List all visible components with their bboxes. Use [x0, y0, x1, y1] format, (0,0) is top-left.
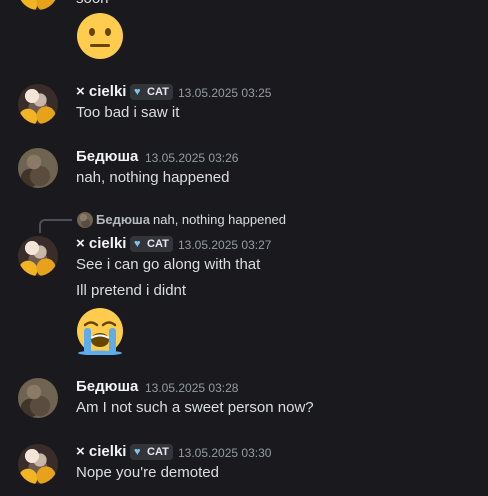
username[interactable]: Бедюша	[76, 148, 138, 166]
message-text: Am I not such a sweet person now?	[76, 399, 314, 416]
heart-icon: ♥	[134, 238, 141, 250]
heart-icon: ♥	[134, 446, 141, 458]
clan-tag[interactable]: ♥ CAT	[130, 84, 173, 100]
avatar[interactable]	[18, 444, 58, 484]
timestamp: 13.05.2025 03:25	[178, 86, 272, 100]
loudly-crying-face-emoji	[77, 308, 123, 355]
username[interactable]: Бедюша	[76, 378, 138, 396]
clan-tag[interactable]: ♥ CAT	[130, 236, 173, 252]
clan-tag[interactable]: ♥ CAT	[130, 444, 173, 460]
message-text: Ill pretend i didnt	[76, 282, 187, 299]
avatar[interactable]	[18, 378, 58, 418]
chat-messages[interactable]: soon × cielki ♥ CAT 13.05.2025 03:25 Too…	[0, 0, 488, 496]
reply-avatar[interactable]	[77, 212, 93, 228]
avatar[interactable]	[18, 0, 58, 10]
avatar[interactable]	[18, 148, 58, 188]
avatar[interactable]	[18, 84, 58, 124]
message-text: Nope you're demoted	[76, 464, 219, 481]
avatar[interactable]	[18, 236, 58, 276]
message-text: nah, nothing happened	[76, 169, 230, 186]
username[interactable]: × cielki	[76, 443, 126, 461]
heart-icon: ♥	[134, 86, 141, 98]
reply-author[interactable]: Бедюша	[96, 212, 150, 228]
reply-spine	[39, 219, 72, 233]
neutral-face-emoji	[77, 13, 123, 59]
reply-preview[interactable]: nah, nothing happened	[153, 212, 286, 228]
message-text: soon	[76, 0, 109, 9]
username[interactable]: × cielki	[76, 83, 126, 101]
timestamp: 13.05.2025 03:28	[145, 381, 239, 395]
timestamp: 13.05.2025 03:30	[178, 446, 272, 460]
username[interactable]: × cielki	[76, 235, 126, 253]
timestamp: 13.05.2025 03:27	[178, 238, 272, 252]
timestamp: 13.05.2025 03:26	[145, 151, 239, 165]
message-text: Too bad i saw it	[76, 104, 180, 121]
message-text: See i can go along with that	[76, 256, 261, 273]
